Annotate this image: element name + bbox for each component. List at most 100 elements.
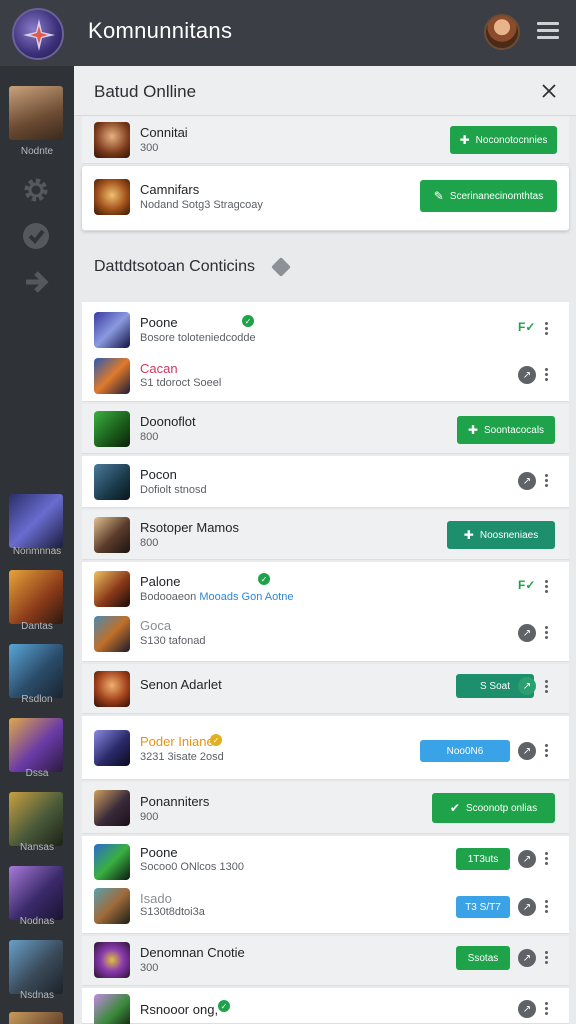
button-label: 1T3uts [467, 853, 499, 865]
action-button[interactable]: ✔ Scoonotp onlias [432, 793, 555, 823]
kebab-menu-icon[interactable] [545, 580, 549, 594]
kebab-menu-icon[interactable] [545, 368, 549, 382]
kebab-menu-icon[interactable] [545, 322, 549, 336]
sidebar-game-label: Nodnas [19, 916, 55, 927]
item-sub: Socoo0 ONlcos 1300 [140, 861, 244, 873]
item-name: Goca [140, 618, 172, 633]
list-item[interactable]: Poder Iniane ✓ 3231 3isate 2osd Noo0N6 ↗ [82, 716, 569, 780]
game-thumbnail [94, 358, 130, 394]
plus-icon: ✚ [467, 423, 478, 437]
checkmark-icon[interactable] [20, 220, 52, 252]
game-thumbnail [94, 844, 130, 880]
game-thumbnail [94, 179, 130, 215]
kebab-menu-icon[interactable] [545, 1002, 549, 1016]
button-label: Scoonotp onlias [465, 802, 538, 814]
game-thumbnail [94, 571, 130, 607]
item-name: Camnifars [140, 182, 200, 197]
action-button[interactable]: ✎ Scerinanecinomthtas [420, 180, 557, 212]
item-name: Doonoflot [140, 414, 196, 429]
fo-status-icon: F✓ [518, 578, 536, 592]
kebab-menu-icon[interactable] [545, 744, 549, 758]
sidebar-user-label: Nodnte [20, 146, 54, 157]
item-name: Cacan [140, 361, 178, 376]
action-button[interactable]: Noo0N6 [420, 740, 510, 762]
action-button[interactable]: 1T3uts [456, 848, 510, 870]
list-item[interactable]: Rsotoper Mamos 800 ✚ Noosneniaes [82, 510, 569, 560]
trend-icon: ↗ [518, 366, 536, 384]
action-button[interactable]: ✚ Soontacocals [457, 416, 555, 444]
sidebar-game-label: Nansas [20, 842, 54, 853]
item-sub: S130 tafonad [140, 635, 206, 647]
sidebar-game-8[interactable] [9, 1012, 63, 1024]
trend-icon: ↗ [518, 949, 536, 967]
sidebar-game-1[interactable] [9, 494, 63, 548]
list-item[interactable]: Denomnan Cnotie 300 Ssotas ↗ [82, 936, 569, 986]
action-button[interactable]: Ssotas [456, 946, 510, 970]
check-icon: ✔ [449, 801, 460, 815]
list-item[interactable]: Pocon Dofiolt stnosd ↗ [82, 456, 569, 508]
item-name: Isado [140, 891, 172, 906]
list-item[interactable]: Doonoflot 800 ✚ Soontacocals [82, 404, 569, 454]
item-name: Rsotoper Mamos [140, 520, 239, 535]
item-name: Pocon [140, 467, 177, 482]
kebab-menu-icon[interactable] [545, 951, 549, 965]
arrow-right-icon[interactable] [20, 266, 52, 298]
kebab-menu-icon[interactable] [545, 852, 549, 866]
kebab-menu-icon[interactable] [545, 900, 549, 914]
item-name: Connitai [140, 125, 188, 140]
kebab-menu-icon[interactable] [545, 680, 549, 694]
sidebar-game-6[interactable] [9, 866, 63, 920]
action-button[interactable]: ✚ Noconotocnnies [450, 126, 557, 154]
user-avatar[interactable] [484, 14, 520, 50]
trend-icon: ↗ [518, 898, 536, 916]
game-thumbnail [94, 994, 130, 1024]
gear-icon[interactable] [20, 174, 52, 206]
item-sub: 300 [140, 142, 159, 154]
item-sub: Dofiolt stnosd [140, 484, 207, 496]
list-item[interactable]: Rsnooor ong, ✓ ↗ [82, 988, 569, 1024]
sidebar-user-avatar[interactable] [9, 86, 63, 140]
item-name: Palone [140, 574, 181, 589]
game-thumbnail [94, 411, 130, 447]
list-item[interactable]: Connitai 300 ✚ Noconotocnnies [82, 116, 569, 164]
action-button[interactable]: T3 S/T7 [456, 896, 510, 918]
trend-icon: ↗ [518, 1000, 536, 1018]
game-thumbnail [94, 790, 130, 826]
hamburger-menu-icon[interactable] [537, 22, 559, 40]
item-sub: S130t8dtoi3a [140, 906, 205, 918]
item-name: Rsnooor ong, [140, 1002, 219, 1017]
button-label: Ssotas [467, 952, 499, 964]
sidebar-game-2[interactable] [9, 570, 63, 624]
list-item[interactable]: Senon Adarlet S Soat ↗ [82, 664, 569, 714]
button-label: T3 S/T7 [465, 901, 501, 913]
item-sub: 900 [140, 811, 159, 823]
sidebar-game-3[interactable] [9, 644, 63, 698]
close-icon[interactable] [540, 82, 558, 100]
item-sub: 300 [140, 962, 159, 974]
game-thumbnail [94, 517, 130, 553]
kebab-menu-icon[interactable] [545, 474, 549, 488]
sidebar-game-4[interactable] [9, 718, 63, 772]
button-label: Noo0N6 [446, 745, 484, 757]
list-item-group: Poone ✓ Bosore toloteniedcodde F✓ Cacan … [82, 302, 569, 402]
item-sub: Bodooaeon [140, 591, 197, 603]
kebab-menu-icon[interactable] [545, 626, 549, 640]
diamond-icon [271, 257, 291, 277]
list-item[interactable]: Ponanniters 900 ✔ Scoonotp onlias [82, 782, 569, 834]
app-logo-icon[interactable] [12, 8, 64, 60]
app-title: Komnunnitans [88, 18, 233, 43]
action-button[interactable]: ✚ Noosneniaes [447, 521, 555, 549]
sidebar-game-7[interactable] [9, 940, 63, 994]
trend-icon: ↗ [518, 742, 536, 760]
main-panel: Batud Onlline Connitai 300 ✚ Noconotocnni… [74, 66, 576, 1024]
item-sub: 3231 3isate 2osd [140, 751, 224, 763]
sidebar-game-5[interactable] [9, 792, 63, 846]
sidebar-game-label: Nonmnnas [12, 546, 62, 557]
game-thumbnail [94, 671, 130, 707]
list-item[interactable]: Camnifars Nodand Sotg3 Stragcoay ✎ Scerin… [82, 166, 569, 231]
plus-icon: ✚ [459, 133, 470, 147]
panel-header: Batud Onlline [74, 66, 576, 116]
sidebar-game-label: Dssa [25, 768, 49, 779]
trend-icon: ↗ [518, 472, 536, 490]
verified-icon: ✓ [242, 315, 254, 327]
